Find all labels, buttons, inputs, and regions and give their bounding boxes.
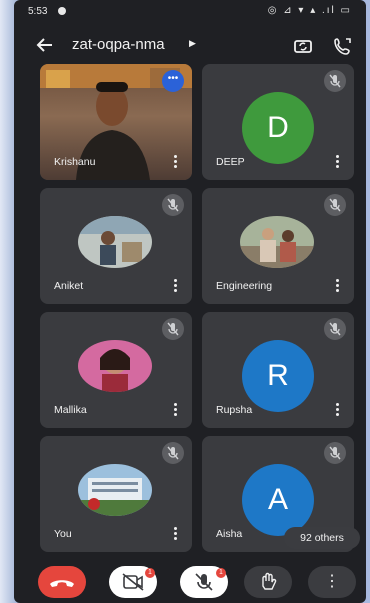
mic-off-icon (324, 70, 346, 92)
avatar (78, 464, 152, 516)
participant-tile-rupsha[interactable]: R Rupsha (202, 312, 354, 428)
more-options-icon[interactable] (174, 527, 178, 541)
mic-off-icon (324, 194, 346, 216)
meeting-header: zat-oqpa-nma ▶ (14, 28, 366, 62)
end-call-button[interactable] (38, 566, 86, 598)
participant-name: Mallika (54, 404, 87, 416)
mic-off-icon (162, 318, 184, 340)
participant-tile-engineering[interactable]: Engineering (202, 188, 354, 304)
notification-dot-icon (58, 7, 66, 15)
mic-off-icon (324, 442, 346, 464)
notification-badge: 1 (145, 568, 155, 578)
flip-camera-icon[interactable] (292, 35, 314, 57)
phone-audio-icon[interactable] (332, 35, 354, 57)
more-dots-icon[interactable]: ••• (162, 70, 184, 92)
participant-name: Aisha (216, 528, 243, 540)
mic-off-icon (162, 194, 184, 216)
mic-off-icon (162, 442, 184, 464)
mic-off-icon (324, 318, 346, 340)
participant-name: Krishanu (54, 156, 96, 168)
others-count-button[interactable]: 92 others (284, 527, 360, 549)
avatar: D (242, 92, 314, 164)
participant-name: Engineering (216, 280, 273, 292)
mic-off-button[interactable]: 1 (180, 566, 228, 598)
status-icons: ◎ ⊿ ▾ ▴ .ıl ▭ (267, 5, 352, 16)
avatar: R (242, 340, 314, 412)
back-arrow-icon[interactable] (34, 34, 56, 56)
status-time: 5:53 (28, 6, 48, 17)
avatar: A (242, 464, 314, 536)
avatar (240, 216, 314, 268)
more-options-icon[interactable] (174, 155, 178, 169)
participant-name: Rupsha (216, 404, 253, 416)
participant-tile-mallika[interactable]: Mallika (40, 312, 192, 428)
participant-name: You (54, 528, 72, 540)
more-options-icon[interactable] (174, 403, 178, 417)
more-options-icon[interactable] (336, 155, 340, 169)
participant-tile-deep[interactable]: D DEEP (202, 64, 354, 180)
call-controls: 1 1 ⋮ (14, 560, 366, 603)
more-options-icon[interactable] (336, 279, 340, 293)
more-options-icon[interactable] (336, 403, 340, 417)
meeting-code[interactable]: zat-oqpa-nma (72, 36, 165, 53)
phone-screen: 5:53 ◎ ⊿ ▾ ▴ .ıl ▭ zat-oqpa-nma ▶ ••• Kr… (14, 0, 366, 603)
status-bar: 5:53 ◎ ⊿ ▾ ▴ .ıl ▭ (14, 0, 366, 22)
notification-badge: 1 (216, 568, 226, 578)
avatar (78, 340, 152, 392)
vertical-dots-icon: ⋮ (324, 573, 340, 590)
participant-tile-you[interactable]: You (40, 436, 192, 552)
participant-tile-aniket[interactable]: Aniket (40, 188, 192, 304)
participant-name: DEEP (216, 156, 245, 168)
avatar (78, 216, 152, 268)
caret-right-icon[interactable]: ▶ (189, 38, 196, 49)
more-options-icon[interactable] (174, 279, 178, 293)
raise-hand-button[interactable] (244, 566, 292, 598)
participant-name: Aniket (54, 280, 84, 292)
camera-off-button[interactable]: 1 (109, 566, 157, 598)
participant-tile-krishanu[interactable]: ••• Krishanu (40, 64, 192, 180)
more-options-button[interactable]: ⋮ (308, 566, 356, 598)
